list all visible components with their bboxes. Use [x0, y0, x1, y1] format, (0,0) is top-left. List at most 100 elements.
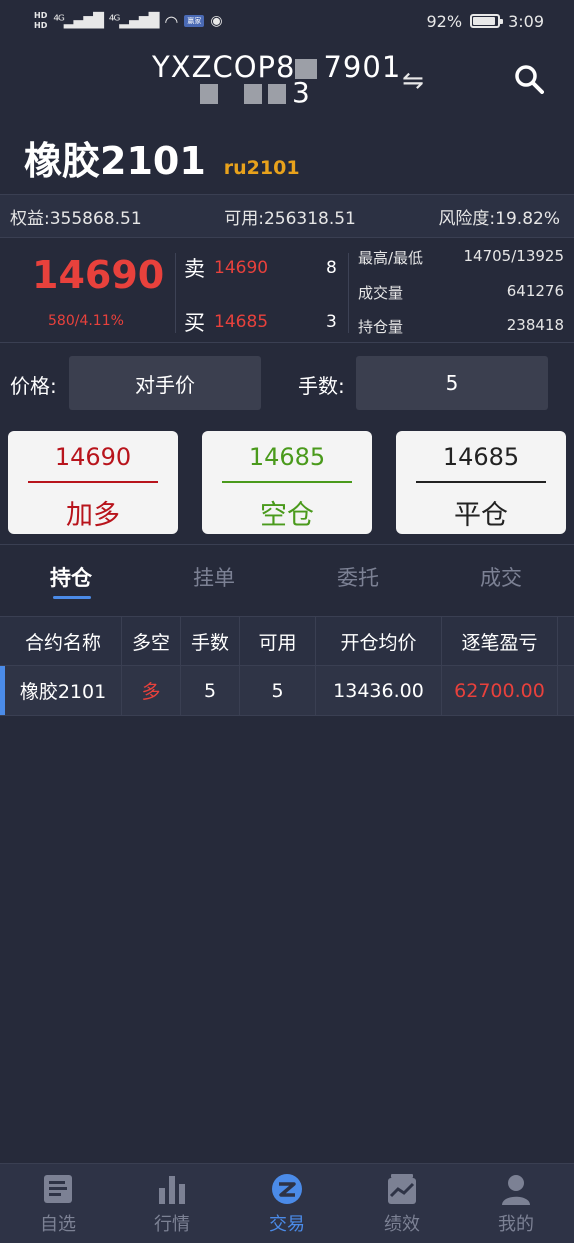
ask-price: 14690	[214, 258, 269, 278]
sell-open-button[interactable]: 14685 空仓	[202, 431, 372, 534]
header-name[interactable]: 合约名称	[5, 617, 122, 665]
tab-trades[interactable]: 成交	[480, 562, 522, 592]
contract-code: ru2101	[223, 157, 300, 179]
price-change: 580/4.11%	[48, 313, 124, 329]
performance-icon	[388, 1174, 416, 1204]
positions-table: 合约名称 多空 手数 可用 开仓均价 逐笔盈亏 橡胶2101 多 5 5 134…	[0, 616, 574, 716]
status-bar: HD HD ⁴ᴳ▂▄▆█ ⁴ᴳ▂▄▆█ ◠ 赢家 ◉ 92% 3:09	[0, 0, 574, 42]
header-qty[interactable]: 手数	[181, 617, 240, 665]
available-funds: 可用:256318.51	[224, 208, 356, 229]
account-id-line2: 3	[200, 76, 310, 109]
tab-orders[interactable]: 委托	[337, 562, 379, 592]
contract-title: 橡胶2101 ru2101	[24, 130, 300, 185]
status-left: HD HD ⁴ᴳ▂▄▆█ ⁴ᴳ▂▄▆█ ◠ 赢家 ◉	[34, 11, 223, 31]
table-row[interactable]: 橡胶2101 多 5 5 13436.00 62700.00	[0, 666, 574, 716]
divider	[348, 253, 349, 333]
switch-account-icon[interactable]: ⇋	[402, 66, 424, 96]
redaction	[268, 84, 286, 104]
account-id-part2: 7901	[323, 50, 402, 84]
wechat-icon: ◉	[210, 13, 223, 29]
stat-value: 238418	[506, 316, 564, 334]
nav-label: 行情	[154, 1214, 190, 1235]
stat-label: 持仓量	[358, 318, 404, 336]
close-position-button[interactable]: 14685 平仓	[396, 431, 566, 534]
list-icon	[44, 1175, 72, 1203]
cell-available: 5	[240, 666, 316, 715]
contract-name: 橡胶2101	[24, 139, 206, 183]
wifi-icon: ◠	[164, 11, 179, 31]
clock: 3:09	[508, 11, 544, 31]
bid-label: 买	[184, 311, 205, 335]
header-available[interactable]: 可用	[240, 617, 316, 665]
button-label: 空仓	[260, 500, 314, 531]
stat-open-interest: 持仓量 238418	[358, 316, 564, 337]
stat-value: 14705/13925	[463, 247, 565, 265]
battery-percent: 92%	[426, 11, 463, 31]
nav-label: 绩效	[384, 1214, 420, 1235]
nav-trade[interactable]: 交易	[237, 1172, 337, 1236]
cell-avg-price: 13436.00	[316, 666, 442, 715]
button-divider	[222, 481, 352, 483]
ask-row[interactable]: 卖 14690 8	[184, 253, 340, 283]
qty-label: 手数:	[298, 374, 345, 398]
order-inputs: 价格: 对手价 手数: 5	[0, 354, 574, 412]
button-price: 14690	[54, 443, 132, 471]
nav-label: 交易	[269, 1214, 305, 1235]
stat-value: 641276	[506, 282, 564, 300]
tab-positions[interactable]: 持仓	[50, 562, 92, 592]
button-price: 14685	[442, 443, 520, 471]
header: YXZCOP8 7901 3 ⇋	[0, 42, 574, 122]
stat-high-low: 最高/最低 14705/13925	[358, 247, 564, 268]
buy-open-button[interactable]: 14690 加多	[8, 431, 178, 534]
price-type-select[interactable]: 对手价	[69, 356, 261, 410]
ask-volume: 8	[326, 258, 337, 278]
header-avg-price[interactable]: 开仓均价	[316, 617, 442, 665]
bottom-nav: 自选 行情 交易 绩效 我的	[0, 1163, 574, 1243]
bid-row[interactable]: 买 14685 3	[184, 307, 340, 337]
divider	[175, 253, 176, 333]
status-right: 92% 3:09	[427, 12, 545, 31]
button-label: 加多	[66, 500, 120, 531]
nav-market[interactable]: 行情	[122, 1172, 222, 1236]
last-price: 14690	[32, 253, 165, 297]
cell-pnl: 62700.00	[442, 666, 558, 715]
account-summary: 权益:355868.51 可用:256318.51 风险度:19.82%	[0, 194, 574, 238]
risk-ratio: 风险度:19.82%	[438, 208, 560, 229]
nav-profile[interactable]: 我的	[466, 1172, 566, 1236]
header-pnl[interactable]: 逐笔盈亏	[442, 617, 558, 665]
button-divider	[416, 481, 546, 483]
nav-label: 自选	[40, 1214, 76, 1235]
battery-icon	[470, 14, 504, 28]
search-icon[interactable]	[514, 64, 544, 94]
app-notification-icon: 赢家	[184, 15, 205, 27]
redaction	[244, 84, 262, 104]
bid-price: 14685	[214, 312, 269, 332]
cell-side: 多	[122, 666, 181, 715]
quote-panel: 14690 580/4.11% 卖 14690 8 买 14685 3 最高/最…	[0, 239, 574, 343]
signal-icon: ⁴ᴳ▂▄▆█	[53, 13, 104, 29]
bar-chart-icon	[159, 1176, 185, 1204]
redaction	[200, 84, 218, 104]
signal-icon-2: ⁴ᴳ▂▄▆█	[108, 13, 160, 29]
equity: 权益:355868.51	[10, 208, 142, 229]
price-label: 价格:	[10, 374, 57, 398]
cell-qty: 5	[181, 666, 240, 715]
position-tabs: 持仓 挂单 委托 成交	[0, 548, 574, 614]
bid-volume: 3	[326, 312, 337, 332]
tab-pending[interactable]: 挂单	[193, 562, 235, 592]
quantity-input[interactable]: 5	[356, 356, 548, 410]
table-header: 合约名称 多空 手数 可用 开仓均价 逐笔盈亏	[0, 616, 574, 666]
button-divider	[28, 481, 158, 483]
nav-performance[interactable]: 绩效	[352, 1172, 452, 1236]
button-label: 平仓	[454, 500, 508, 531]
account-id-suffix: 3	[292, 76, 310, 109]
header-side[interactable]: 多空	[122, 617, 181, 665]
cell-name: 橡胶2101	[5, 666, 122, 715]
nav-watchlist[interactable]: 自选	[8, 1172, 108, 1236]
stat-label: 成交量	[358, 284, 404, 302]
stat-volume: 成交量 641276	[358, 282, 564, 303]
user-icon	[502, 1175, 530, 1205]
nav-label: 我的	[498, 1214, 534, 1235]
divider	[0, 544, 574, 545]
trade-icon	[272, 1174, 302, 1204]
